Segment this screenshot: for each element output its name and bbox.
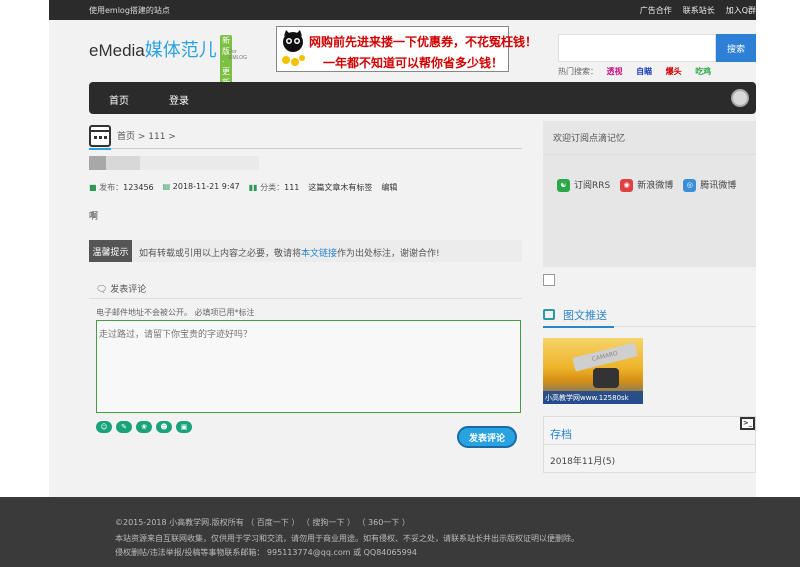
browser-window-icon (89, 125, 111, 147)
contact-link[interactable]: 联系站长 (683, 5, 715, 16)
archive-widget: 存档 2018年11月(5) >_ (543, 416, 756, 473)
site-note: 使用emlog搭建的站点 (89, 6, 170, 15)
category-icon: ▮▮ (248, 183, 261, 192)
page-right-margin (756, 0, 800, 567)
date-meta: ▤ 2018-11-21 9:47 (162, 182, 240, 191)
footer-disclaimer: 本站资源来自互联网收集，仅供用于学习和交流，请勿用于商业用途。如有侵权、不妥之处… (115, 534, 579, 543)
face-emote-icon[interactable]: ☻ (156, 421, 172, 433)
top-bar: 使用emlog搭建的站点 广告合作 联系站长 加入Q群 (49, 0, 756, 20)
image-emote-icon[interactable]: ▣ (176, 421, 192, 433)
subscribe-tencent-link[interactable]: ◎ 腾讯微博 (683, 178, 736, 192)
tuwen-header: 图文推送 (543, 307, 756, 328)
subscribe-title: 欢迎订阅点滴记忆 (553, 134, 626, 144)
archive-title: 存档 (550, 428, 572, 441)
submit-comment-button[interactable]: 发表评论 (457, 426, 517, 448)
author-meta: ■ 发布：123456 (89, 183, 154, 192)
main-nav: 首页 登录 (89, 82, 756, 114)
logo-tag: 新版·更新 (220, 35, 232, 88)
subscribe-weibo-link[interactable]: ◉ 新浪微博 (620, 178, 673, 192)
notice-box: 温馨提示 如有转载或引用以上内容之必要，敬请将本文链接作为出处标注，谢谢合作! (89, 240, 522, 262)
search-input[interactable] (558, 34, 716, 62)
category-meta: ▮▮ 分类：111 (248, 183, 300, 192)
join-qq-group-link[interactable]: 加入Q群 (726, 5, 756, 16)
hot-item-chiji[interactable]: 吃鸡 (695, 67, 711, 76)
comment-title: 🗨 发表评论 (96, 285, 147, 295)
emote-bar: ☺ ✎ ❀ ☻ ▣ (96, 421, 192, 433)
header: eMedia媒体范儿 新版·更新 For EMLOG 网购前先进来搂一下优惠券，… (49, 20, 756, 88)
page-left-margin (0, 0, 49, 567)
tuwen-title: 图文推送 (563, 309, 607, 322)
tencent-weibo-icon: ◎ (683, 179, 697, 192)
notice-label: 温馨提示 (89, 240, 132, 262)
banner-line-1: 网购前先进来搂一下优惠券，不花冤枉钱！ (309, 35, 538, 49)
hot-item-baotou[interactable]: 爆头 (666, 67, 682, 76)
comment-textarea[interactable] (96, 320, 521, 413)
tags-meta: 这篇文章木有标签 (308, 183, 373, 192)
top-links: 广告合作 联系站长 加入Q群 (640, 5, 756, 16)
nav-item-home[interactable]: 首页 (109, 92, 129, 107)
search-box: 搜索 (558, 34, 756, 62)
site-logo[interactable]: eMedia媒体范儿 新版·更新 For EMLOG (89, 35, 247, 88)
avatar[interactable] (731, 89, 749, 107)
flower-emote-icon[interactable]: ❀ (136, 421, 152, 433)
hot-item-toushi[interactable]: 透视 (607, 67, 623, 76)
user-icon: ■ (89, 183, 100, 192)
tuwen-thumbnail[interactable]: CAMARO 小高教学网www.12580sk (543, 338, 643, 404)
article-title-blurred (89, 156, 259, 170)
smile-emote-icon[interactable]: ☺ (96, 421, 112, 433)
banner-line-2: 一年都不知道可以帮你省多少钱！ (323, 56, 504, 70)
archive-item[interactable]: 2018年11月(5) (550, 454, 615, 467)
notice-text: 如有转载或引用以上内容之必要，敬请将本文链接作为出处标注，谢谢合作! (139, 249, 440, 259)
pencil-emote-icon[interactable]: ✎ (116, 421, 132, 433)
transformers-logo-icon (593, 368, 619, 388)
subscribe-links: ☯ 订阅RRS ◉ 新浪微博 ◎ 腾讯微博 (557, 178, 736, 192)
ad-link[interactable]: 广告合作 (640, 5, 672, 16)
broken-image-icon (543, 274, 555, 286)
nav-item-login[interactable]: 登录 (169, 92, 189, 107)
weibo-icon: ◉ (620, 179, 634, 192)
cat-mascot-icon (282, 30, 305, 66)
logo-cn: 媒体范儿 (144, 40, 217, 60)
rss-icon: ☯ (557, 179, 570, 192)
logo-en: eMedia (89, 41, 145, 60)
breadcrumb: 首页 > 111 > (89, 125, 522, 150)
article-content: 啊 (89, 212, 99, 222)
footer-contact: 侵权删帖/违法举报/投稿等事物联系邮箱： 995113774@qq.com 或 … (115, 548, 417, 557)
article-link[interactable]: 本文链接 (301, 249, 337, 259)
breadcrumb-text[interactable]: 首页 > 111 > (117, 129, 176, 142)
hot-item-zimiao[interactable]: 自瞄 (636, 67, 652, 76)
comment-note: 电子邮件地址不会被公开。 必填项已用*标注 (96, 308, 255, 317)
comment-bubble-icon: 🗨 (96, 285, 111, 295)
terminal-icon[interactable]: >_ (740, 417, 755, 430)
article-meta: ■ 发布：123456 ▤ 2018-11-21 9:47 ▮▮ 分类：111 … (89, 182, 397, 193)
edit-link[interactable]: 编辑 (381, 182, 397, 193)
hot-searches: 热门搜索： 透视 自瞄 爆头 吃鸡 (558, 66, 722, 77)
image-post-icon (543, 309, 555, 320)
hot-label: 热门搜索： (558, 67, 598, 76)
footer-copyright: ©2015-2018 小高教学网.版权所有 （ 百度一下 ） （ 搜狗一下 ） … (115, 518, 410, 527)
subscribe-widget: 欢迎订阅点滴记忆 ☯ 订阅RRS ◉ 新浪微博 ◎ 腾讯微博 (543, 121, 756, 267)
footer: ©2015-2018 小高教学网.版权所有 （ 百度一下 ） （ 搜狗一下 ） … (0, 497, 800, 567)
subscribe-rss-link[interactable]: ☯ 订阅RRS (557, 178, 610, 192)
ad-banner[interactable]: 网购前先进来搂一下优惠券，不花冤枉钱！ 一年都不知道可以帮你省多少钱！ (276, 26, 537, 72)
tuwen-caption: 小高教学网www.12580sk (543, 391, 643, 404)
search-button[interactable]: 搜索 (716, 34, 756, 62)
logo-sub: For EMLOG (229, 49, 248, 61)
calendar-icon: ▤ (162, 182, 173, 191)
